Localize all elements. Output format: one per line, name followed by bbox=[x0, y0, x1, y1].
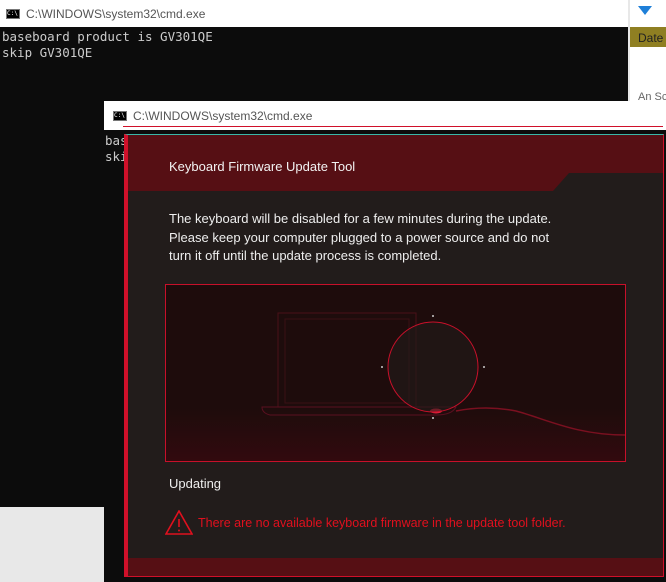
window-title: C:\WINDOWS\system32\cmd.exe bbox=[26, 6, 206, 21]
console-line: skip GV301QE bbox=[2, 45, 93, 60]
firmware-update-dialog: Keyboard Firmware Update Tool The keyboa… bbox=[124, 134, 664, 577]
update-status: Updating bbox=[169, 476, 222, 491]
update-illustration bbox=[165, 284, 626, 462]
console-line: baseboard product is GV301QE bbox=[2, 29, 213, 44]
back-cmd-titlebar[interactable]: C:\ C:\WINDOWS\system32\cmd.exe bbox=[0, 0, 628, 27]
chevron-down-icon[interactable] bbox=[638, 6, 652, 15]
dialog-title: Keyboard Firmware Update Tool bbox=[169, 159, 356, 174]
window-title: C:\WINDOWS\system32\cmd.exe bbox=[133, 108, 313, 123]
cmd-icon: C:\ bbox=[113, 110, 127, 121]
title-accent-line bbox=[123, 126, 663, 127]
laptop-cable-illustration bbox=[261, 312, 626, 436]
dialog-header: Keyboard Firmware Update Tool bbox=[128, 135, 663, 191]
header-notch bbox=[553, 173, 663, 191]
cmd-icon: C:\ bbox=[6, 8, 20, 19]
error-message: There are no available keyboard firmware… bbox=[198, 515, 566, 530]
error-row: There are no available keyboard firmware… bbox=[165, 510, 566, 535]
dialog-message: The keyboard will be disabled for a few … bbox=[169, 211, 552, 263]
warning-icon bbox=[165, 510, 193, 535]
console-output: baseboard product is GV301QE skip GV301Q… bbox=[0, 27, 628, 63]
date-header[interactable]: Date bbox=[630, 27, 666, 47]
dialog-footer bbox=[128, 558, 663, 576]
